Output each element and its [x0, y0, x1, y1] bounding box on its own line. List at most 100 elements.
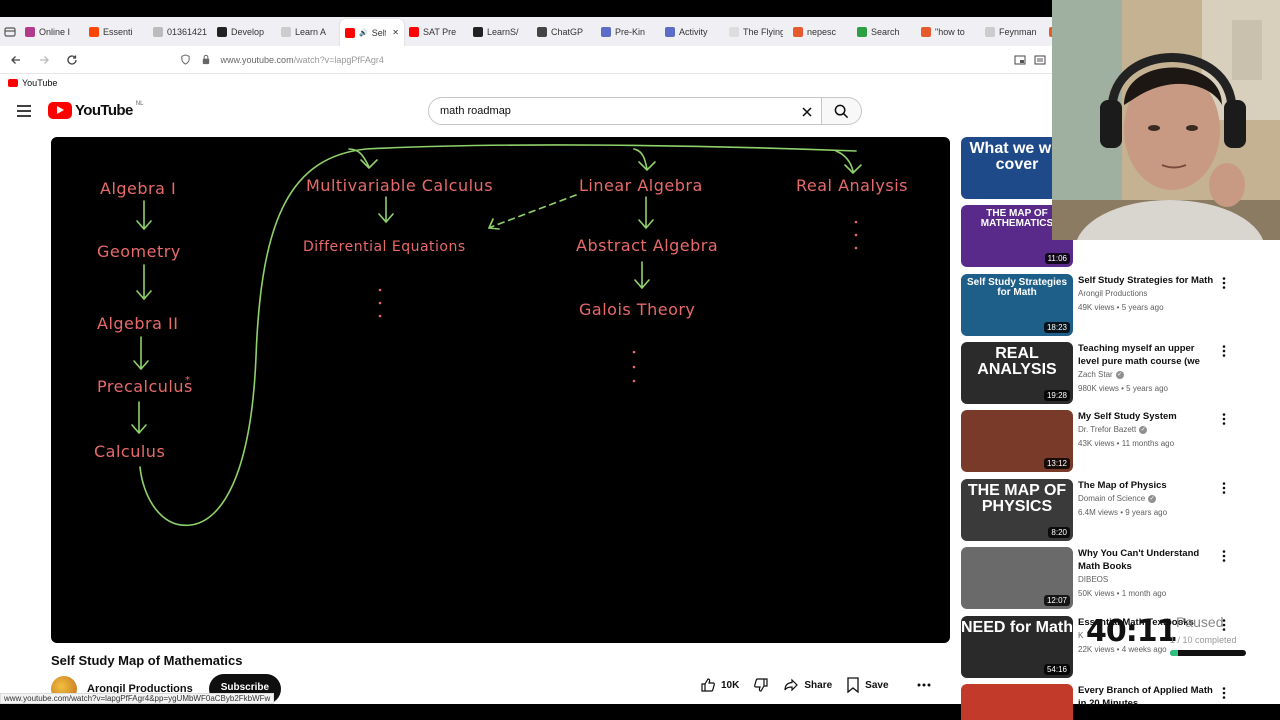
- browser-tab[interactable]: LearnS/: [468, 20, 532, 44]
- tab-favicon-icon: [89, 26, 99, 37]
- recommended-channel[interactable]: Dr. Trefor Bazett ✓: [1078, 425, 1148, 434]
- browser-tab[interactable]: Activity: [660, 20, 724, 44]
- more-vertical-icon[interactable]: [1219, 686, 1229, 700]
- recommended-video[interactable]: Self Study Strategies for Math 18:23 Self …: [961, 274, 1261, 336]
- thumbnail-text: NEED for Math: [961, 619, 1073, 636]
- more-vertical-icon[interactable]: [1219, 412, 1229, 426]
- more-vertical-icon[interactable]: [1219, 481, 1229, 495]
- speaker-icon[interactable]: 🔊: [359, 29, 368, 37]
- tab-favicon-icon: [601, 26, 611, 37]
- recommended-video[interactable]: THE MAP OF PHYSICS 8:20 The Map of Physics…: [961, 479, 1261, 541]
- tab-label: nepesc: [807, 26, 837, 37]
- tab-favicon-icon: [345, 27, 355, 38]
- verified-icon: ✓: [1115, 370, 1124, 379]
- back-icon[interactable]: [4, 48, 28, 72]
- recommended-title[interactable]: My Self Study System: [1078, 410, 1218, 423]
- browser-tab[interactable]: 013614218_: [148, 20, 212, 44]
- video-thumbnail[interactable]: [961, 684, 1073, 720]
- thumbnail-text: REAL ANALYSIS: [977, 345, 1057, 378]
- recommended-title[interactable]: Self Study Strategies for Math: [1078, 274, 1218, 287]
- tab-list: Online I Essenti 013614218_ Develop Learn A 🔊…: [20, 17, 1172, 46]
- tab-list-icon[interactable]: [4, 21, 16, 43]
- share-label: Share: [804, 679, 833, 691]
- board-label-geometry: Geometry: [97, 242, 181, 261]
- browser-tab[interactable]: Essenti: [84, 20, 148, 44]
- tab-label: LearnS/: [487, 26, 519, 37]
- tab-favicon-icon: [665, 26, 675, 37]
- menu-icon[interactable]: [14, 102, 34, 120]
- video-player[interactable]: Algebra I Geometry Algebra II Precalculu…: [51, 137, 950, 643]
- browser-tab[interactable]: SAT Pre: [404, 20, 468, 44]
- browser-tab[interactable]: "how to: [916, 20, 980, 44]
- browser-tab[interactable]: 🔊 Self ✕: [340, 19, 404, 46]
- tab-label: ChatGP: [551, 26, 584, 37]
- like-count: 10K: [721, 679, 740, 691]
- tab-label: Self: [371, 27, 387, 38]
- dislike-button[interactable]: [753, 677, 769, 693]
- close-tab-icon[interactable]: ✕: [392, 28, 399, 37]
- webcam-overlay: [1052, 0, 1280, 240]
- youtube-logo[interactable]: YouTube NL: [48, 101, 143, 119]
- recommended-channel[interactable]: Domain of Science ✓: [1078, 494, 1157, 503]
- forward-icon[interactable]: [32, 48, 56, 72]
- like-button[interactable]: 10K: [700, 677, 739, 693]
- lock-icon: [202, 54, 209, 65]
- browser-tab[interactable]: Feynman di: [980, 20, 1044, 44]
- more-vertical-icon[interactable]: [1219, 549, 1229, 563]
- browser-tab[interactable]: Develop: [212, 20, 276, 44]
- browser-tab[interactable]: Search: [852, 20, 916, 44]
- recommended-channel[interactable]: Zach Star ✓: [1078, 370, 1124, 379]
- search-input[interactable]: math roadmap: [428, 97, 822, 125]
- recommended-meta: 49K views • 5 years ago: [1078, 303, 1164, 312]
- picture-in-picture-icon[interactable]: [1014, 54, 1026, 66]
- recommended-title[interactable]: Teaching myself an upper level pure math…: [1078, 342, 1218, 368]
- video-thumbnail[interactable]: Self Study Strategies for Math 18:23: [961, 274, 1073, 336]
- tab-label: Learn A: [295, 26, 327, 37]
- recommended-title[interactable]: The Map of Physics: [1078, 479, 1218, 492]
- more-actions-button[interactable]: [917, 678, 931, 692]
- video-thumbnail[interactable]: NEED for Math 54:16: [961, 616, 1073, 678]
- recommended-title[interactable]: Why You Can't Understand Math Books: [1078, 547, 1218, 573]
- browser-tab[interactable]: nepesc: [788, 20, 852, 44]
- browser-tab[interactable]: Online I: [20, 20, 84, 44]
- video-thumbnail[interactable]: 13:12: [961, 410, 1073, 472]
- channel-label: K: [1078, 631, 1084, 640]
- recommended-video[interactable]: 13:12 My Self Study System Dr. Trefor Baze…: [961, 410, 1261, 472]
- board-precalc-mark: *: [185, 375, 191, 386]
- browser-tab[interactable]: Pre-Kin: [596, 20, 660, 44]
- browser-tab[interactable]: Learn A: [276, 20, 340, 44]
- thumbs-up-icon: [701, 678, 715, 692]
- browser-tab[interactable]: ChatGP: [532, 20, 596, 44]
- save-button[interactable]: Save: [846, 677, 889, 693]
- clear-search-icon[interactable]: [797, 102, 817, 122]
- reader-view-icon[interactable]: [1034, 54, 1046, 66]
- board-label-multivariable: Multivariable Calculus: [306, 176, 493, 195]
- recommended-video[interactable]: 12:07 Why You Can't Understand Math Books…: [961, 547, 1261, 609]
- browser-tab[interactable]: The Flying I: [724, 20, 788, 44]
- recommended-channel[interactable]: DIBEOS: [1078, 575, 1108, 584]
- video-thumbnail[interactable]: REAL ANALYSIS 19:28: [961, 342, 1073, 404]
- browser-tab-bar: Online I Essenti 013614218_ Develop Learn A 🔊…: [0, 17, 1160, 46]
- more-vertical-icon[interactable]: [1219, 276, 1229, 290]
- recommended-video[interactable]: REAL ANALYSIS 19:28 Teaching myself an upp…: [961, 342, 1261, 404]
- session-timer: 40:11: [1086, 614, 1177, 649]
- bookmark-youtube[interactable]: YouTube: [8, 78, 57, 88]
- tab-label: Develop: [231, 26, 265, 37]
- video-thumbnail[interactable]: THE MAP OF PHYSICS 8:20: [961, 479, 1073, 541]
- save-label: Save: [865, 679, 889, 691]
- search-button[interactable]: [822, 97, 862, 125]
- more-vertical-icon[interactable]: [1219, 344, 1229, 358]
- recommended-video[interactable]: Every Branch of Applied Math in 20 Minut…: [961, 684, 1261, 720]
- duration-badge: 12:07: [1043, 595, 1070, 606]
- recommended-channel[interactable]: Arongil Productions: [1078, 289, 1147, 298]
- address-bar[interactable]: www.youtube.com/watch?v=lapgPfFAgr4: [180, 49, 1014, 71]
- reload-icon[interactable]: [60, 48, 84, 72]
- recommended-channel[interactable]: K: [1078, 631, 1083, 640]
- tab-favicon-icon: [473, 26, 483, 37]
- share-button[interactable]: Share: [783, 677, 832, 693]
- video-thumbnail[interactable]: 12:07: [961, 547, 1073, 609]
- youtube-favicon-icon: [8, 78, 18, 87]
- recommended-title[interactable]: Every Branch of Applied Math in 20 Minut…: [1078, 684, 1218, 710]
- tab-favicon-icon: [921, 26, 931, 37]
- board-label-differential-equations: Differential Equations: [303, 239, 466, 255]
